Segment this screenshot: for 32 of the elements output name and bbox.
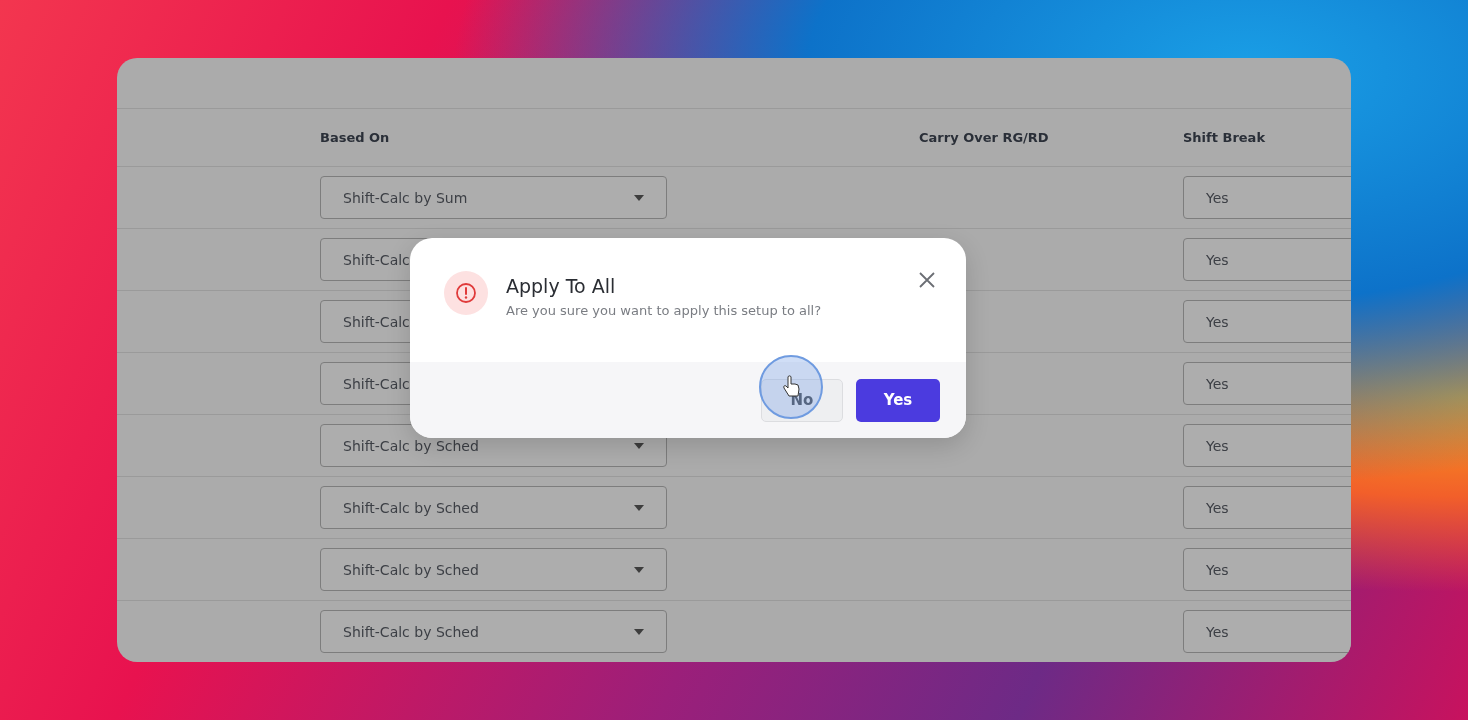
dropdown-value: Shift-Calc [343, 375, 410, 392]
shift-break-field[interactable]: Yes [1183, 486, 1351, 529]
shift-break-field[interactable]: Yes [1183, 424, 1351, 467]
dropdown-value: Shift-Calc by Sched [343, 561, 479, 578]
caret-icon [634, 566, 644, 573]
dropdown-value: Shift-Calc [343, 313, 410, 330]
column-header: Shift Break [1183, 130, 1266, 145]
caret-icon [634, 504, 644, 511]
shift-break-field[interactable]: Yes [1183, 300, 1351, 343]
column-header: Carry Over RG/RD [919, 130, 1049, 145]
caret-icon [634, 194, 644, 201]
dialog-title: Apply To All [506, 275, 617, 297]
shift-break-field[interactable]: Yes [1183, 238, 1351, 281]
dropdown[interactable]: Shift-Calc by Sum [320, 176, 667, 219]
dropdown-value: Shift-Calc by Sum [343, 189, 468, 206]
dialog-message: Are you sure you want to apply this setup to all? [506, 303, 822, 318]
shift-break-field[interactable]: Yes [1183, 362, 1351, 405]
dropdown[interactable]: Shift-Calc by Sched [320, 486, 667, 529]
caret-icon [634, 628, 644, 635]
dropdown-value: Shift-Calc by Sched [343, 437, 479, 454]
shift-break-field[interactable]: Yes [1183, 610, 1351, 653]
caret-icon [634, 442, 644, 449]
dropdown[interactable]: Shift-Calc by Sched [320, 610, 667, 653]
dropdown-value: Shift-Calc by Sched [343, 499, 479, 516]
dropdown-value: Shift-Calc [343, 251, 410, 268]
column-header: Based On [320, 130, 390, 145]
alert-icon [444, 271, 488, 315]
confirm-button[interactable]: Yes [856, 378, 940, 422]
dropdown-value: Shift-Calc by Sched [343, 623, 479, 640]
shift-break-field[interactable]: Yes [1183, 176, 1351, 219]
shift-break-field[interactable]: Yes [1183, 548, 1351, 591]
dropdown[interactable]: Shift-Calc by Sched [320, 548, 667, 591]
